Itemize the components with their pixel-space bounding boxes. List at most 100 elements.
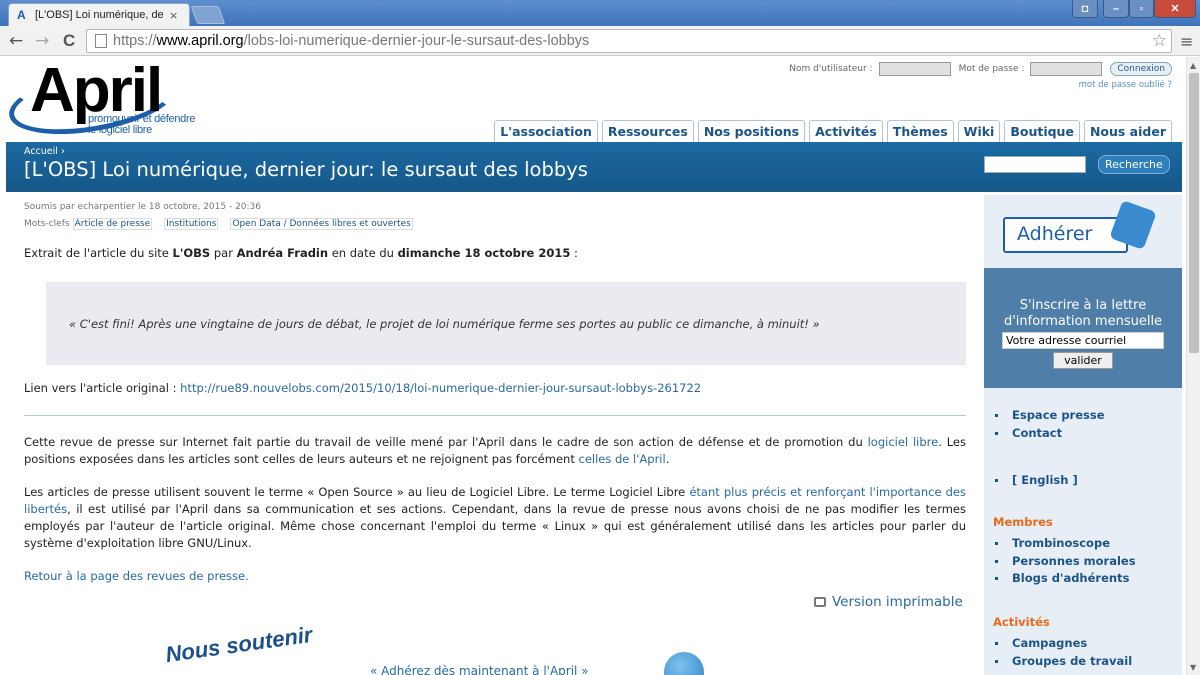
username-input[interactable] xyxy=(878,62,951,76)
username-label: Nom d'utilisateur : xyxy=(789,64,873,74)
scroll-down-icon[interactable]: ▼ xyxy=(1190,663,1196,672)
reload-icon[interactable]: C xyxy=(63,31,75,51)
intro-text: Extrait de l'article du site xyxy=(24,246,173,260)
minimize-icon[interactable]: – xyxy=(1103,0,1129,18)
print-label: Version imprimable xyxy=(832,594,963,610)
page-icon xyxy=(95,34,107,48)
intro-text: : xyxy=(570,246,578,260)
activities-block: Activités Campagnes Groupes de travail xyxy=(984,615,1182,670)
tag-link[interactable]: Open Data / Données libres et ouvertes xyxy=(230,218,413,230)
nav-ressources[interactable]: Ressources xyxy=(601,120,694,142)
newsletter-submit-button[interactable]: valider xyxy=(1053,352,1113,369)
intro-source: L'OBS xyxy=(172,246,211,260)
main-navigation: L'association Ressources Nos positions A… xyxy=(494,120,1172,142)
printer-icon xyxy=(814,597,826,607)
back-to-press-review-link[interactable]: Retour à la page des revues de presse. xyxy=(24,569,249,583)
members-block: Membres Trombinoscope Personnes morales … xyxy=(984,515,1182,588)
sidebar-item-groupes-de-travail[interactable]: Groupes de travail xyxy=(995,653,1182,671)
intro-date: dimanche 18 octobre 2015 xyxy=(397,246,571,260)
april-positions-link[interactable]: celles de l'April xyxy=(579,452,666,466)
newsletter-text: S'inscrire à la lettre d'information men… xyxy=(1003,298,1163,329)
forgot-password-link[interactable]: mot de passe oublié ? xyxy=(1079,80,1172,90)
tag-link[interactable]: Institutions xyxy=(164,218,219,230)
page-title: [L'OBS] Loi numérique, dernier jour: le … xyxy=(24,158,588,181)
april-logo[interactable]: April promouvoir et défendre le logiciel… xyxy=(4,57,208,146)
logiciel-libre-link[interactable]: logiciel libre xyxy=(868,435,939,449)
bookmark-star-icon[interactable]: ☆ xyxy=(1152,31,1167,51)
window-titlebar: A [L'OBS] Loi numérique, de × ◘ – ▫ ✕ xyxy=(0,0,1200,26)
globe-mascot-icon xyxy=(664,652,704,675)
sidebar-item-english[interactable]: [ English ] xyxy=(995,472,1182,490)
sidebar-item-blogs[interactable]: Blogs d'adhérents xyxy=(995,570,1182,588)
nav-positions[interactable]: Nos positions xyxy=(697,120,806,142)
activities-heading: Activités xyxy=(993,615,1050,629)
sidebar-item-espace-presse[interactable]: Espace presse xyxy=(995,407,1182,425)
browser-toolbar: ← → C https://www.april.org/lobs-loi-num… xyxy=(0,26,1200,56)
paragraph-text: , il est utilisé par l'April dans sa com… xyxy=(24,502,966,550)
paragraph-text: Les articles de presse utilisent souvent… xyxy=(24,485,690,499)
intro-text: par xyxy=(210,246,237,260)
sidebar-item-trombinoscope[interactable]: Trombinoscope xyxy=(995,535,1182,553)
sidebar-item-contact[interactable]: Contact xyxy=(995,425,1182,443)
nav-boutique[interactable]: Boutique xyxy=(1004,120,1080,142)
url-scheme: https:// xyxy=(113,33,157,49)
title-banner: Accueil › [L'OBS] Loi numérique, dernier… xyxy=(6,142,1182,192)
original-article-link[interactable]: http://rue89.nouvelobs.com/2015/10/18/lo… xyxy=(180,381,701,395)
newsletter-box: S'inscrire à la lettre d'information men… xyxy=(984,268,1182,388)
user-profile-icon[interactable]: ◘ xyxy=(1072,0,1098,18)
vertical-scrollbar[interactable]: ▲ ▼ xyxy=(1186,57,1200,675)
breadcrumb[interactable]: Accueil › xyxy=(24,146,65,157)
new-tab-button[interactable] xyxy=(190,6,226,24)
disclaimer-paragraph: Cette revue de presse sur Internet fait … xyxy=(24,434,966,468)
tab-close-icon[interactable]: × xyxy=(169,9,178,22)
forward-arrow-icon[interactable]: → xyxy=(35,31,49,51)
adherer-banner[interactable]: Adhérer xyxy=(1003,200,1157,253)
tab-title: [L'OBS] Loi numérique, de xyxy=(35,9,163,21)
nav-wiki[interactable]: Wiki xyxy=(957,120,1001,142)
adherer-label: Adhérer xyxy=(1003,217,1128,253)
tag-link[interactable]: Article de presse xyxy=(72,218,153,230)
terminology-paragraph: Les articles de presse utilisent souvent… xyxy=(24,484,966,552)
scroll-up-icon[interactable]: ▲ xyxy=(1190,61,1196,70)
sidebar-item-personnes-morales[interactable]: Personnes morales xyxy=(995,553,1182,571)
logo-tagline-2: le logiciel libre xyxy=(88,124,152,136)
print-link[interactable]: Version imprimable xyxy=(814,594,963,610)
nav-themes[interactable]: Thèmes xyxy=(886,120,954,142)
april-favicon-icon: A xyxy=(17,8,26,22)
support-heading: Nous soutenir xyxy=(163,621,314,668)
nav-activites[interactable]: Activités xyxy=(809,120,883,142)
article-quote: « C'est fini! Après une vingtaine de jou… xyxy=(46,282,966,365)
original-link-row: Lien vers l'article original : http://ru… xyxy=(24,380,701,397)
browser-menu-icon[interactable]: ≡ xyxy=(1180,32,1193,51)
nav-nous-aider[interactable]: Nous aider xyxy=(1083,120,1172,142)
search-button[interactable]: Recherche xyxy=(1098,155,1170,174)
nav-association[interactable]: L'association xyxy=(494,120,598,142)
login-button[interactable]: Connexion xyxy=(1110,62,1172,76)
scrollbar-thumb[interactable] xyxy=(1189,73,1199,353)
article-content: Soumis par echarpentier le 18 octobre, 2… xyxy=(24,202,966,610)
password-label: Mot de passe : xyxy=(958,64,1025,74)
tags-row: Mots-clefs Article de presse Institution… xyxy=(24,218,966,230)
address-bar[interactable]: https://www.april.org/lobs-loi-numerique… xyxy=(86,29,1172,53)
back-link-row: Retour à la page des revues de presse. xyxy=(24,568,249,585)
password-input[interactable] xyxy=(1030,62,1103,76)
intro-text: en date du xyxy=(328,246,398,260)
intro-author: Andréa Fradin xyxy=(236,246,329,260)
web-page: April promouvoir et défendre le logiciel… xyxy=(0,57,1186,675)
language-block: [ English ] xyxy=(984,472,1182,490)
paragraph-text: Cette revue de presse sur Internet fait … xyxy=(24,435,868,449)
divider xyxy=(24,415,966,416)
support-join-text[interactable]: « Adhérez dès maintenant à l'April » xyxy=(370,664,589,675)
window-close-icon[interactable]: ✕ xyxy=(1154,0,1196,18)
sidebar-item-campagnes[interactable]: Campagnes xyxy=(995,635,1182,653)
newsletter-email-input[interactable]: Votre adresse courriel xyxy=(1002,332,1164,349)
login-form: Nom d'utilisateur : Mot de passe : Conne… xyxy=(789,62,1172,76)
members-heading: Membres xyxy=(993,515,1053,529)
browser-tab[interactable]: A [L'OBS] Loi numérique, de × xyxy=(8,3,190,26)
tags-label: Mots-clefs xyxy=(24,219,70,229)
url-path: /lobs-loi-numerique-dernier-jour-le-surs… xyxy=(243,33,590,49)
search-input[interactable] xyxy=(984,156,1086,173)
article-intro: Extrait de l'article du site L'OBS par A… xyxy=(24,245,578,262)
maximize-icon[interactable]: ▫ xyxy=(1129,0,1154,18)
back-arrow-icon[interactable]: ← xyxy=(9,31,23,51)
